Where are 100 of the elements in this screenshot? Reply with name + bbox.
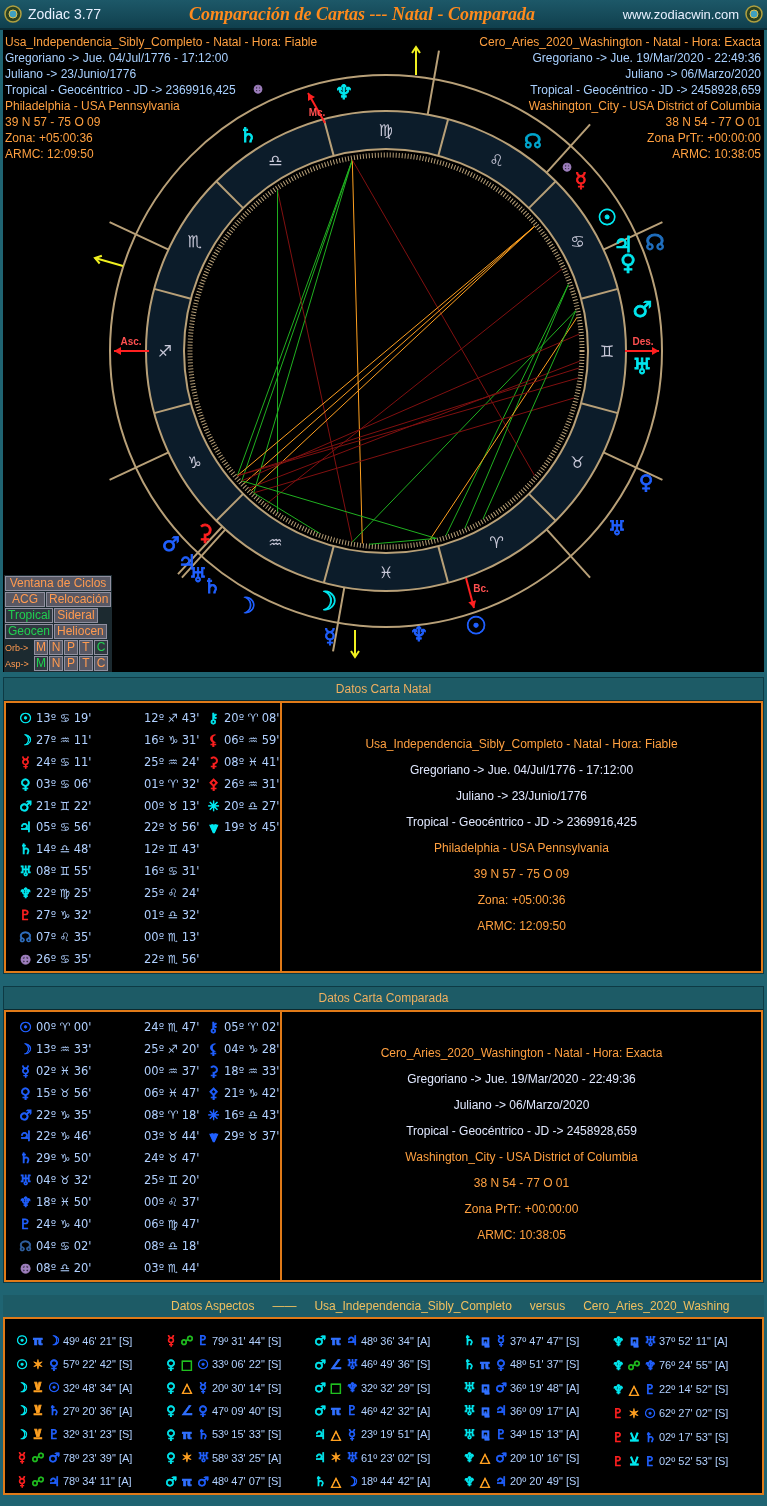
chart-info-line: ARMC: 10:38:05 [672, 146, 761, 162]
aspect-glyph: ⚼ [479, 1402, 491, 1419]
toggle-button[interactable]: T [79, 640, 93, 655]
aspect-glyph: ✶ [180, 1450, 194, 1466]
aspect-value: 46º 42' 32" [A] [361, 1404, 431, 1417]
toggle-button[interactable]: T [79, 656, 93, 671]
toggle-button[interactable]: Relocación [46, 592, 112, 607]
toggle-button[interactable]: P [64, 640, 78, 655]
planet-glyph: ☿ [20, 1062, 31, 1079]
position-text: 24º ♉ 47' [144, 1151, 200, 1166]
aspect-glyph: □ [180, 1356, 194, 1372]
planet-glyph: ☿ [20, 753, 31, 770]
chart-info-line: 38 N 54 - 77 O 01 [665, 114, 761, 130]
wheel-logo-icon [745, 5, 763, 23]
planet-glyph: ♃ [313, 1426, 327, 1442]
chart-info-line: Philadelphia - USA Pennsylvania [434, 841, 609, 857]
planet-glyph: ♆ [335, 80, 353, 104]
planet-glyph: ☉ [597, 204, 617, 230]
planet-glyph: ♂ [162, 532, 180, 556]
aspect-value: 37º 52' 11" [A] [659, 1335, 728, 1347]
planet-glyph: ♆ [462, 1473, 476, 1489]
position-text: 13º ♋ 19' [36, 710, 92, 725]
position-text: 06º ♍ 47' [144, 1216, 200, 1231]
zodiac-sign-glyph: ♋ [570, 231, 585, 251]
chart-info-line: Tropical - Geocéntrico - JD -> 2458928,659 [406, 1124, 637, 1140]
position-text: 18º ♓ 50' [36, 1195, 92, 1210]
position-text: 02º ♓ 36' [36, 1063, 92, 1078]
aspect-value: 48º 36' 34" [A] [361, 1334, 431, 1347]
planet-glyph: ♅ [196, 1450, 210, 1466]
zodiac-sign-glyph: ♊ [599, 342, 615, 361]
position-text: 22º ♑ 46' [36, 1129, 92, 1144]
position-text: 27º ♑ 32' [36, 907, 92, 922]
zodiac-sign-glyph: ♏ [187, 231, 202, 251]
planet-glyph: ♃ [18, 1128, 33, 1145]
aspect-value: 47º 09' 40" [S] [212, 1404, 282, 1417]
planet-glyph: ♀ [638, 470, 654, 494]
arrow-icon [411, 45, 421, 76]
position-text: 08º ♈ 18' [144, 1107, 200, 1122]
aspect-glyph: ✶ [329, 1450, 343, 1466]
toggle-button[interactable]: ACG [5, 592, 45, 607]
chart-info-line: Zona: +05:00:36 [5, 130, 93, 146]
planet-glyph: ☊ [524, 129, 542, 153]
position-text: 05º ♋ 56' [36, 820, 92, 835]
planet-glyph: ♅ [608, 516, 626, 540]
aspect-glyph: ∠ [329, 1356, 343, 1372]
position-text: 08º ♓ 41' [224, 754, 280, 769]
planet-glyph: ♃ [313, 1450, 327, 1466]
planet-glyph: ☿ [166, 1333, 176, 1349]
chart-info-line: 38 N 54 - 77 O 01 [473, 1176, 570, 1192]
chart-info-line: Cero_Aries_2020_Washington - Natal - Hora: Exacta [479, 34, 761, 50]
chart-info-line: Gregoriano -> Jue. 19/Mar/2020 - 22:49:36 [532, 50, 761, 66]
toggle-button[interactable]: Tropical [5, 608, 54, 623]
header-text: Datos Aspectos [171, 1299, 255, 1313]
axis-label: Bc. [473, 583, 489, 594]
axis-arrow [624, 347, 660, 355]
toggle-button[interactable]: Ventana de Ciclos [5, 576, 111, 591]
position-text: 00º ♌ 37' [144, 1195, 200, 1210]
aspect-glyph: ⚺ [628, 1429, 640, 1445]
planet-glyph: ♅ [643, 1333, 657, 1349]
panel-title: Datos Carta Comparada [4, 987, 763, 1010]
toggle-button[interactable]: P [64, 656, 78, 671]
planet-glyph: ♅ [632, 353, 652, 379]
position-text: 24º ♏ 47' [144, 1019, 200, 1034]
chart-info-line: Washington_City - USA District of Columbia [405, 1150, 638, 1166]
toggle-button[interactable]: M [34, 656, 48, 671]
aspect-glyph: ⚼ [628, 1333, 640, 1349]
planet-glyph: ✳ [206, 1106, 221, 1123]
position-text: 04º ♋ 02' [36, 1238, 92, 1253]
aspect-value: 46º 49' 36" [S] [361, 1358, 431, 1371]
aspect-glyph: ☍ [31, 1450, 45, 1466]
chart-info-line: Juliano -> 23/Junio/1776 [5, 66, 137, 82]
toggle-button[interactable]: M [34, 640, 48, 655]
toggle-button[interactable]: Sideral [54, 608, 98, 623]
position-text: 08º ♎ 18' [144, 1238, 200, 1253]
planet-glyph: ♀ [495, 1356, 507, 1372]
aspect-value: 78º 23' 39" [A] [63, 1451, 133, 1464]
planet-glyph: ☉ [643, 1405, 657, 1421]
aspect-glyph: △ [628, 1381, 640, 1397]
toggle-button[interactable]: Geocen [5, 624, 54, 639]
aspect-value: 27º 20' 36" [A] [63, 1404, 133, 1417]
position-text: 06º ♒ 59' [224, 732, 280, 747]
arrow-icon [93, 254, 124, 267]
planet-glyph: ⊕ [561, 160, 573, 175]
position-text: 18º ♒ 33' [224, 1063, 280, 1078]
aspect-value: 78º 34' 11" [A] [63, 1475, 132, 1488]
aspect-value: 32º 31' 23" [S] [63, 1428, 133, 1441]
planet-glyph: ♄ [239, 123, 257, 147]
toggle-button[interactable]: C [94, 656, 108, 671]
toggle-button[interactable]: C [94, 640, 108, 655]
position-text: 25º ♌ 24' [144, 886, 200, 901]
toggle-button[interactable]: N [49, 656, 63, 671]
toggle-button[interactable]: Heliocen [54, 624, 107, 639]
chart-info-line: ARMC: 10:38:05 [477, 1228, 566, 1244]
planet-glyph: ☉ [196, 1356, 210, 1372]
aspect-value: 02º 17' 53" [S] [659, 1431, 729, 1443]
planet-glyph: ☿ [17, 1450, 27, 1466]
toggle-button[interactable]: N [49, 640, 63, 655]
zodiac-sign-glyph: ♒ [268, 533, 283, 553]
aspect-glyph: □ [329, 1380, 343, 1396]
position-text: 14º ♎ 48' [36, 842, 92, 857]
